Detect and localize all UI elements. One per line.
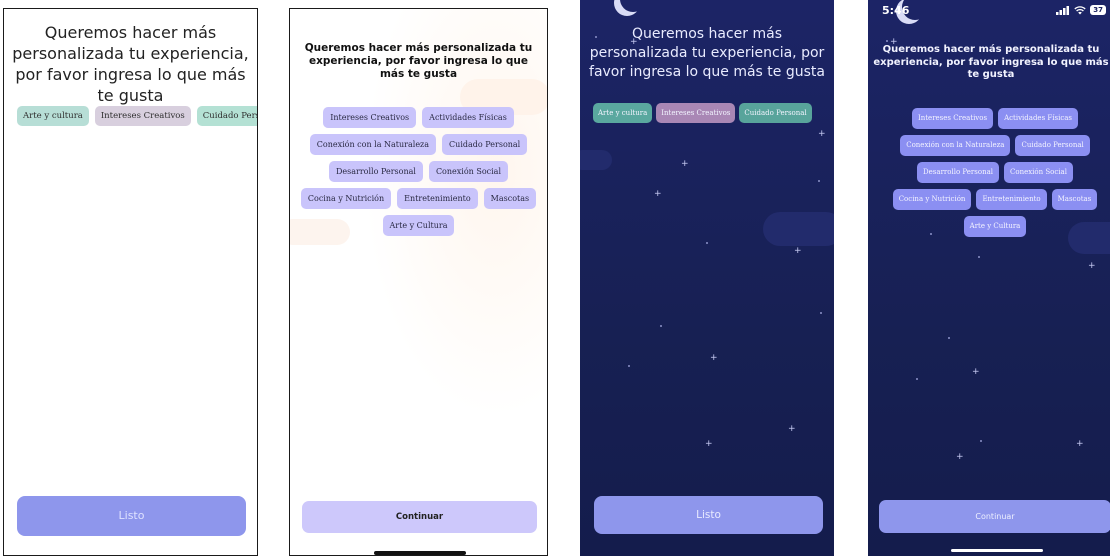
status-bar-time: 5:46 [882,4,910,17]
star-icon: + [1088,261,1096,271]
status-bar-icons: 37 [1056,5,1106,15]
dark-screen-ios: 5:46 37 + + + + + Queremos hacer más per… [868,0,1110,556]
interest-chip-intereses-creativos[interactable]: Intereses Creativos [94,106,191,126]
star-dot [706,242,708,244]
interest-chip-intereses-creativos[interactable]: Intereses Creativos [323,107,417,128]
star-dot [948,337,950,339]
signal-icon [1056,5,1070,15]
page-title: Queremos hacer más personalizada tu expe… [304,42,533,80]
star-dot [820,312,822,314]
interest-chip-conexion-social[interactable]: Conexión Social [1004,162,1073,183]
page-title: Queremos hacer más personalizada tu expe… [873,44,1109,80]
star-icon: + [705,439,713,449]
moon-icon [620,0,646,12]
star-icon: + [818,129,826,139]
interest-chip-cocina-nutricion[interactable]: Cocina y Nutrición [892,189,972,210]
listo-button[interactable]: Listo [594,496,823,534]
interest-chip-desarrollo-personal[interactable]: Desarrollo Personal [917,162,1000,183]
star-icon: + [788,424,796,434]
interest-chip-cocina-nutricion[interactable]: Cocina y Nutrición [300,188,392,209]
interest-chip-entretenimiento[interactable]: Entretenimiento [976,189,1047,210]
page-title: Queremos hacer más personalizada tu expe… [12,23,249,105]
interest-chip-entretenimiento[interactable]: Entretenimiento [397,188,478,209]
star-icon: + [794,246,802,256]
light-screen-simple: Queremos hacer más personalizada tu expe… [3,8,258,556]
interest-chip-mascotas[interactable]: Mascotas [1051,189,1098,210]
star-dot [886,40,888,42]
page-title: Queremos hacer más personalizada tu expe… [589,26,825,80]
interest-chip-actividades-fisicas[interactable]: Actividades Físicas [422,107,514,128]
interest-chip-cuidado-personal[interactable]: Cuidado Personal [442,134,528,155]
interest-chip-list: Intereses Creativos Actividades Físicas … [886,108,1104,237]
light-screen-cloudy: Queremos hacer más personalizada tu expe… [289,8,548,556]
wifi-icon [1074,5,1086,14]
star-icon: + [710,353,718,363]
battery-icon: 37 [1090,5,1106,15]
interest-chip-list: Arte y cultura Intereses Creativos Cuida… [17,106,257,126]
interest-chip-cuidado-personal[interactable]: Cuidado Personal [196,106,257,126]
interest-chip-list: Intereses Creativos Actividades Físicas … [300,107,537,236]
star-icon: + [972,367,980,377]
interest-chip-conexion-naturaleza[interactable]: Conexión con la Naturaleza [900,135,1011,156]
interest-chip-cuidado-personal[interactable]: Cuidado Personal [739,103,812,123]
interest-chip-cuidado-personal[interactable]: Cuidado Personal [1015,135,1090,156]
interest-chip-arte-y-cultura[interactable]: Arte y cultura [17,106,89,126]
interest-chip-arte-y-cultura[interactable]: Arte y Cultura [382,215,455,236]
star-dot [916,378,918,380]
interest-chip-list: Arte y cultura Intereses Creativos Cuida… [593,103,812,123]
interest-chip-desarrollo-personal[interactable]: Desarrollo Personal [328,161,423,182]
star-dot [978,256,980,258]
interest-chip-conexion-naturaleza[interactable]: Conexión con la Naturaleza [309,134,437,155]
star-icon: + [654,189,662,199]
continuar-button[interactable]: Continuar [879,500,1110,533]
interest-chip-intereses-creativos[interactable]: Intereses Creativos [911,108,994,129]
cloud-decoration [763,212,834,246]
star-dot [628,365,630,367]
interest-chip-actividades-fisicas[interactable]: Actividades Físicas [998,108,1079,129]
star-icon: + [1076,439,1084,449]
dark-screen-simple: + + + + + + + + Queremos hacer más perso… [580,0,834,556]
interest-chip-arte-y-cultura[interactable]: Arte y cultura [593,103,653,123]
interest-chip-conexion-social[interactable]: Conexión Social [428,161,509,182]
star-dot [818,180,820,182]
home-indicator[interactable] [951,549,1043,552]
star-icon: + [681,159,689,169]
continuar-button[interactable]: Continuar [302,501,537,533]
interest-chip-mascotas[interactable]: Mascotas [483,188,537,209]
home-indicator[interactable] [374,551,466,555]
star-dot [660,325,662,327]
star-dot [980,440,982,442]
cloud-decoration [580,150,612,170]
interest-chip-intereses-creativos[interactable]: Intereses Creativos [656,103,736,123]
interest-chip-arte-y-cultura[interactable]: Arte y Cultura [963,216,1027,237]
listo-button[interactable]: Listo [17,496,246,536]
star-icon: + [956,452,964,462]
